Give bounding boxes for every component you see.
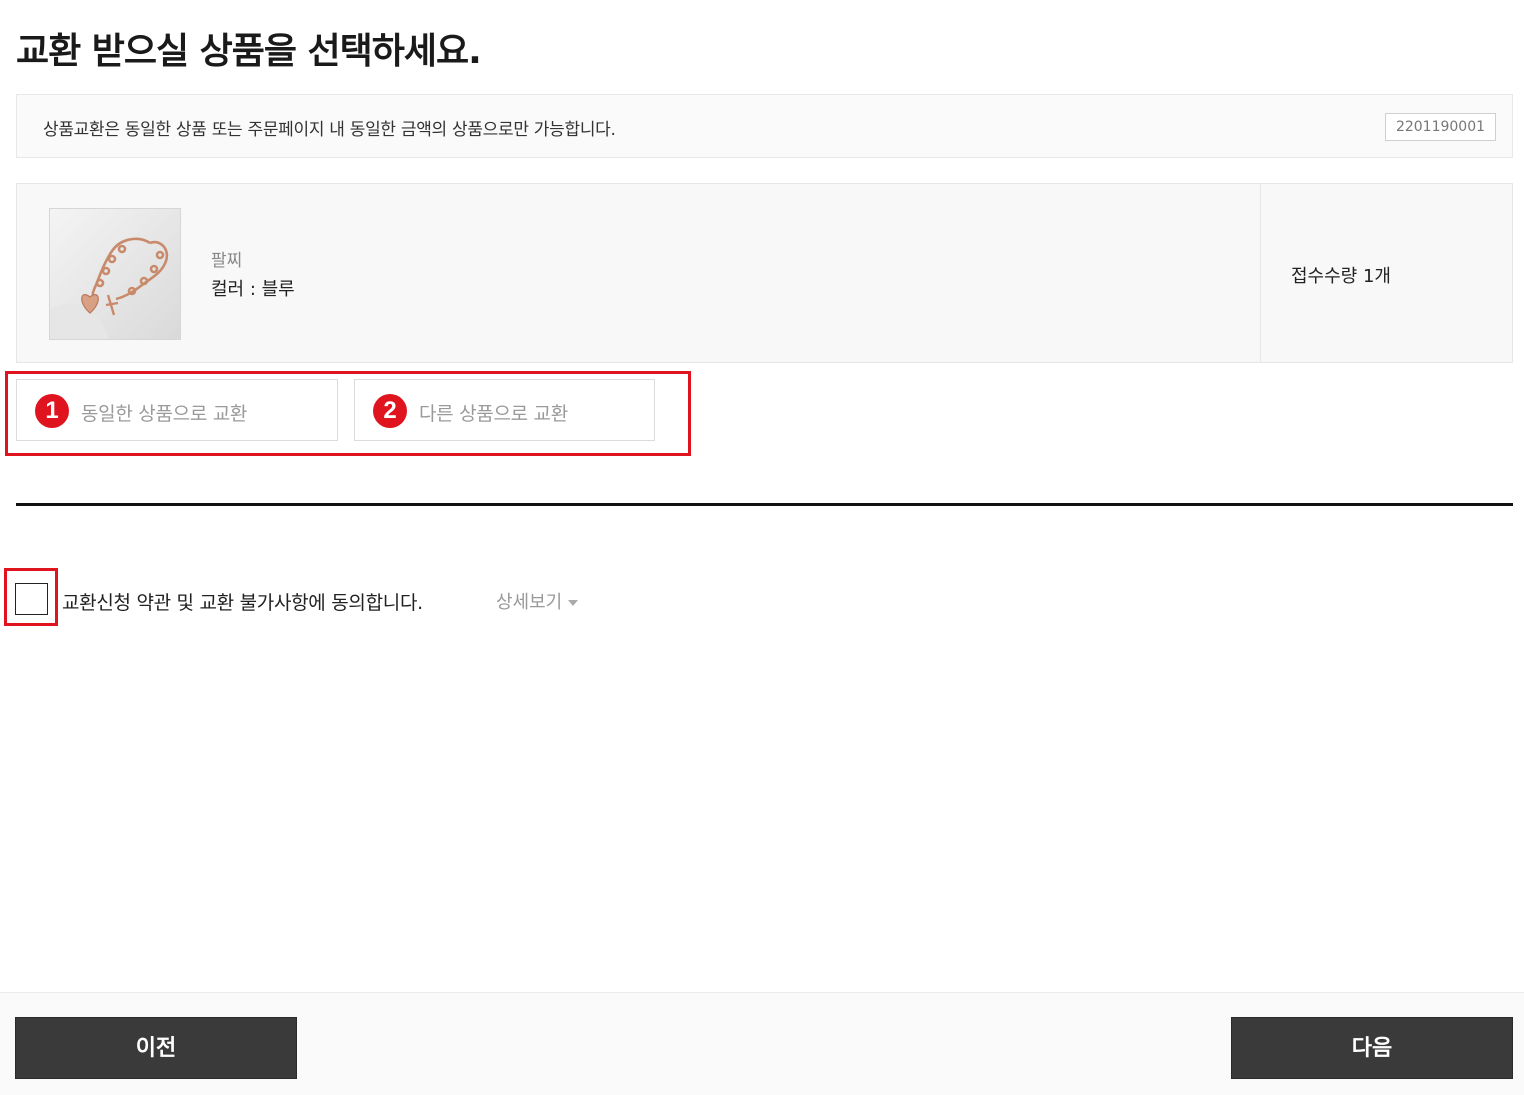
product-name: 팔찌	[211, 251, 243, 271]
same-product-exchange-button[interactable]: 1 동일한 상품으로 교환	[16, 379, 338, 441]
different-product-exchange-button[interactable]: 2 다른 상품으로 교환	[354, 379, 655, 441]
caret-down-icon	[568, 600, 579, 606]
notice-text: 상품교환은 동일한 상품 또는 주문페이지 내 동일한 금액의 상품으로만 가능…	[43, 120, 616, 140]
quantity-cell: 접수수량 1개	[1260, 184, 1512, 362]
option-label: 동일한 상품으로 교환	[81, 403, 248, 425]
bracelet-image	[50, 209, 180, 339]
section-divider	[16, 503, 1513, 506]
view-details-label: 상세보기	[496, 592, 563, 613]
next-button[interactable]: 다음	[1231, 1017, 1513, 1079]
order-number: 2201190001	[1385, 113, 1496, 141]
option-label: 다른 상품으로 교환	[419, 403, 568, 425]
product-row: 팔찌 컬러 : 블루 접수수량 1개	[16, 183, 1513, 363]
prev-button[interactable]: 이전	[15, 1017, 297, 1079]
quantity-label: 접수수량 1개	[1291, 266, 1391, 287]
product-thumbnail	[49, 208, 181, 340]
number-2-badge: 2	[373, 394, 407, 428]
page-title: 교환 받으실 상품을 선택하세요.	[16, 31, 482, 72]
notice-bar: 상품교환은 동일한 상품 또는 주문페이지 내 동일한 금액의 상품으로만 가능…	[16, 94, 1513, 158]
number-1-badge: 1	[35, 394, 69, 428]
agree-checkbox[interactable]	[15, 583, 48, 615]
product-option: 컬러 : 블루	[211, 279, 295, 300]
view-details-link[interactable]: 상세보기	[496, 588, 579, 614]
agree-label: 교환신청 약관 및 교환 불가사항에 동의합니다.	[62, 592, 423, 614]
